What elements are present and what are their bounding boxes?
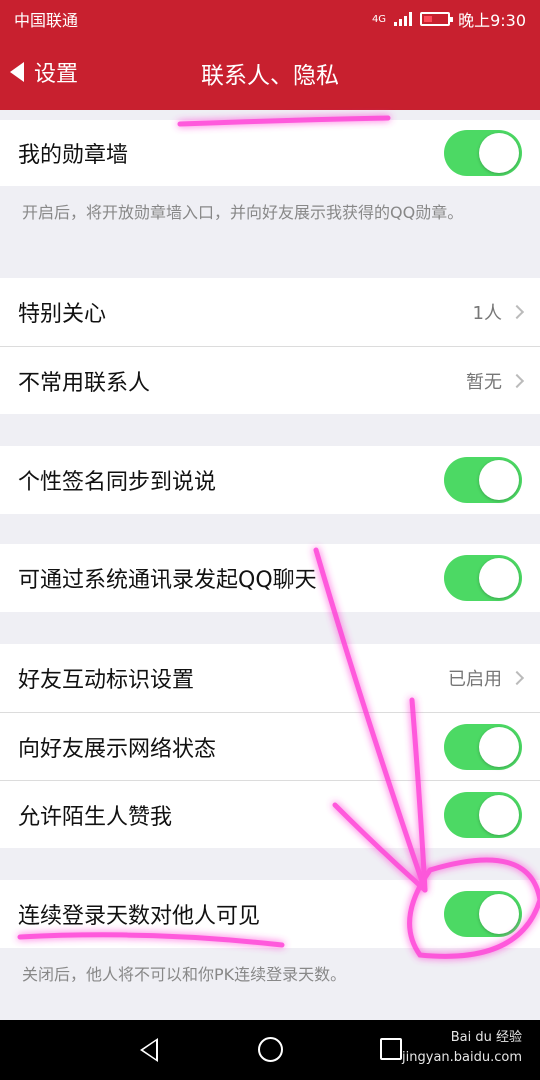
- status-bar: 中国联通 4G 晚上9:30: [0, 0, 540, 38]
- system-back-icon[interactable]: [140, 1038, 158, 1062]
- setting-row-stranger-likes[interactable]: 允许陌生人赞我: [0, 780, 540, 848]
- setting-row-special-care[interactable]: 特别关心 1人: [0, 278, 540, 346]
- watermark-url: jingyan.baidu.com: [402, 1050, 522, 1065]
- setting-label: 不常用联系人: [18, 370, 151, 396]
- setting-row-medal-wall[interactable]: 我的勋章墙: [0, 120, 540, 186]
- battery-icon: [420, 12, 454, 26]
- setting-label: 好友互动标识设置: [18, 668, 195, 693]
- chevron-right-icon: [509, 373, 525, 388]
- network-type: 4G: [371, 13, 387, 25]
- setting-row-login-days[interactable]: 连续登录天数对他人可见: [0, 880, 540, 948]
- watermark-brand: Bai du 经验: [450, 1030, 522, 1045]
- setting-label: 允许陌生人赞我: [18, 804, 173, 830]
- nav-bar: 设置 联系人、隐私: [0, 38, 540, 110]
- setting-label: 个性签名同步到说说: [18, 470, 217, 495]
- infrequent-contacts-value: 暂无: [466, 371, 502, 393]
- login-days-description: 关闭后，他人将不可以和你PK连续登录天数。: [22, 965, 347, 984]
- signal-icon: [394, 12, 413, 26]
- interaction-marks-value: 已启用: [448, 669, 502, 690]
- setting-label: 特别关心: [18, 302, 107, 327]
- clock: 晚上9:30: [458, 11, 526, 30]
- settings-list: 我的勋章墙 开启后，将开放勋章墙入口，并向好友展示我获得的QQ勋章。 特别关心 …: [0, 110, 540, 1020]
- system-nav-bar: Bai du 经验 jingyan.baidu.com: [0, 1020, 540, 1080]
- setting-label: 向好友展示网络状态: [18, 736, 217, 762]
- chevron-right-icon: [509, 670, 525, 686]
- stranger-likes-toggle[interactable]: [444, 791, 522, 838]
- carrier-name: 中国联通: [14, 11, 79, 30]
- network-status-toggle[interactable]: [444, 723, 522, 770]
- setting-label: 可通过系统通讯录发起QQ聊天: [18, 568, 317, 593]
- page-title: 联系人、隐私: [201, 63, 339, 89]
- watermark: Bai du 经验 jingyan.baidu.com: [402, 1028, 522, 1068]
- chevron-right-icon: [509, 304, 525, 320]
- signature-sync-toggle[interactable]: [444, 457, 522, 503]
- status-right: 4G 晚上9:30: [372, 7, 526, 31]
- setting-row-interaction-marks[interactable]: 好友互动标识设置 已启用: [0, 644, 540, 712]
- setting-row-signature-sync[interactable]: 个性签名同步到说说: [0, 446, 540, 514]
- medal-wall-description: 开启后，将开放勋章墙入口，并向好友展示我获得的QQ勋章。: [22, 203, 464, 222]
- setting-label: 连续登录天数对他人可见: [18, 904, 261, 929]
- setting-row-network-status[interactable]: 向好友展示网络状态: [0, 712, 540, 780]
- medal-wall-toggle[interactable]: [444, 130, 522, 176]
- setting-label: 我的勋章墙: [18, 143, 129, 168]
- contacts-chat-toggle[interactable]: [444, 555, 522, 601]
- setting-row-infrequent-contacts[interactable]: 不常用联系人 暂无: [0, 346, 540, 414]
- login-days-toggle[interactable]: [444, 891, 522, 937]
- system-recents-icon[interactable]: [380, 1038, 402, 1060]
- system-home-icon[interactable]: [258, 1037, 283, 1062]
- setting-row-contacts-chat[interactable]: 可通过系统通讯录发起QQ聊天: [0, 544, 540, 612]
- special-care-value: 1人: [472, 303, 502, 324]
